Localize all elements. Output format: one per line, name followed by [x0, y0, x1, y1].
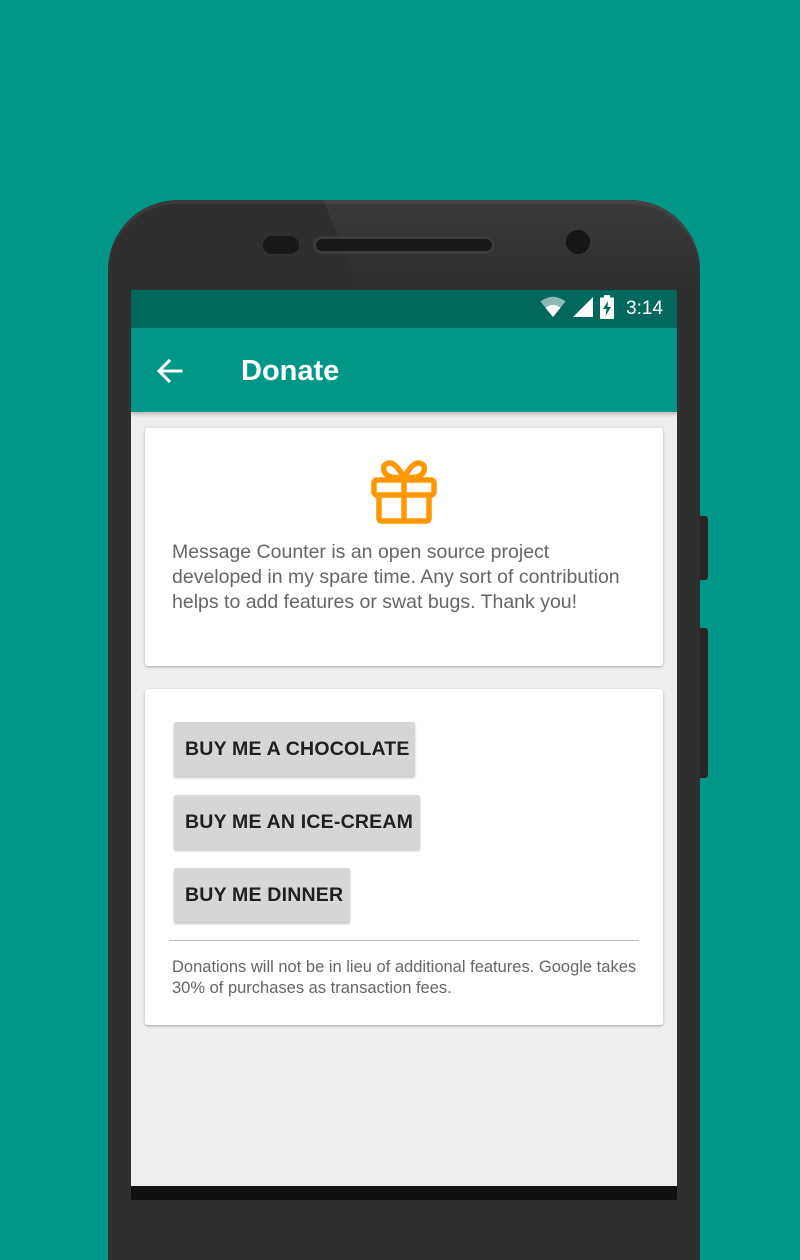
navigation-bar — [131, 1186, 677, 1200]
wifi-icon — [540, 296, 566, 323]
buy-dinner-button[interactable]: BUY ME DINNER — [174, 868, 350, 922]
arrow-back-icon — [155, 358, 185, 390]
status-icons: 3:14 — [540, 290, 663, 328]
divider — [169, 940, 639, 941]
toolbar: Donate — [131, 328, 677, 412]
screen: 3:14 Donate Message Counter is an open s… — [131, 290, 677, 1200]
back-button[interactable] — [155, 354, 191, 386]
battery-charging-icon — [600, 294, 615, 324]
buy-ice-cream-button[interactable]: BUY ME AN ICE-CREAM — [174, 795, 420, 849]
signal-icon — [572, 296, 594, 323]
donate-card: BUY ME A CHOCOLATE BUY ME AN ICE-CREAM B… — [145, 689, 663, 1025]
donation-disclaimer: Donations will not be in lieu of additio… — [172, 958, 637, 997]
intro-text: Message Counter is an open source projec… — [172, 541, 620, 613]
status-time: 3:14 — [626, 298, 663, 319]
power-button — [700, 628, 708, 778]
intro-card: Message Counter is an open source projec… — [145, 428, 663, 666]
page-title: Donate — [241, 355, 340, 387]
volume-button — [700, 516, 708, 580]
front-camera — [566, 230, 590, 254]
status-bar: 3:14 — [131, 290, 677, 328]
earpiece-speaker — [313, 236, 495, 254]
sensor — [263, 236, 299, 254]
gift-icon — [369, 458, 439, 524]
buy-chocolate-button[interactable]: BUY ME A CHOCOLATE — [174, 722, 415, 776]
